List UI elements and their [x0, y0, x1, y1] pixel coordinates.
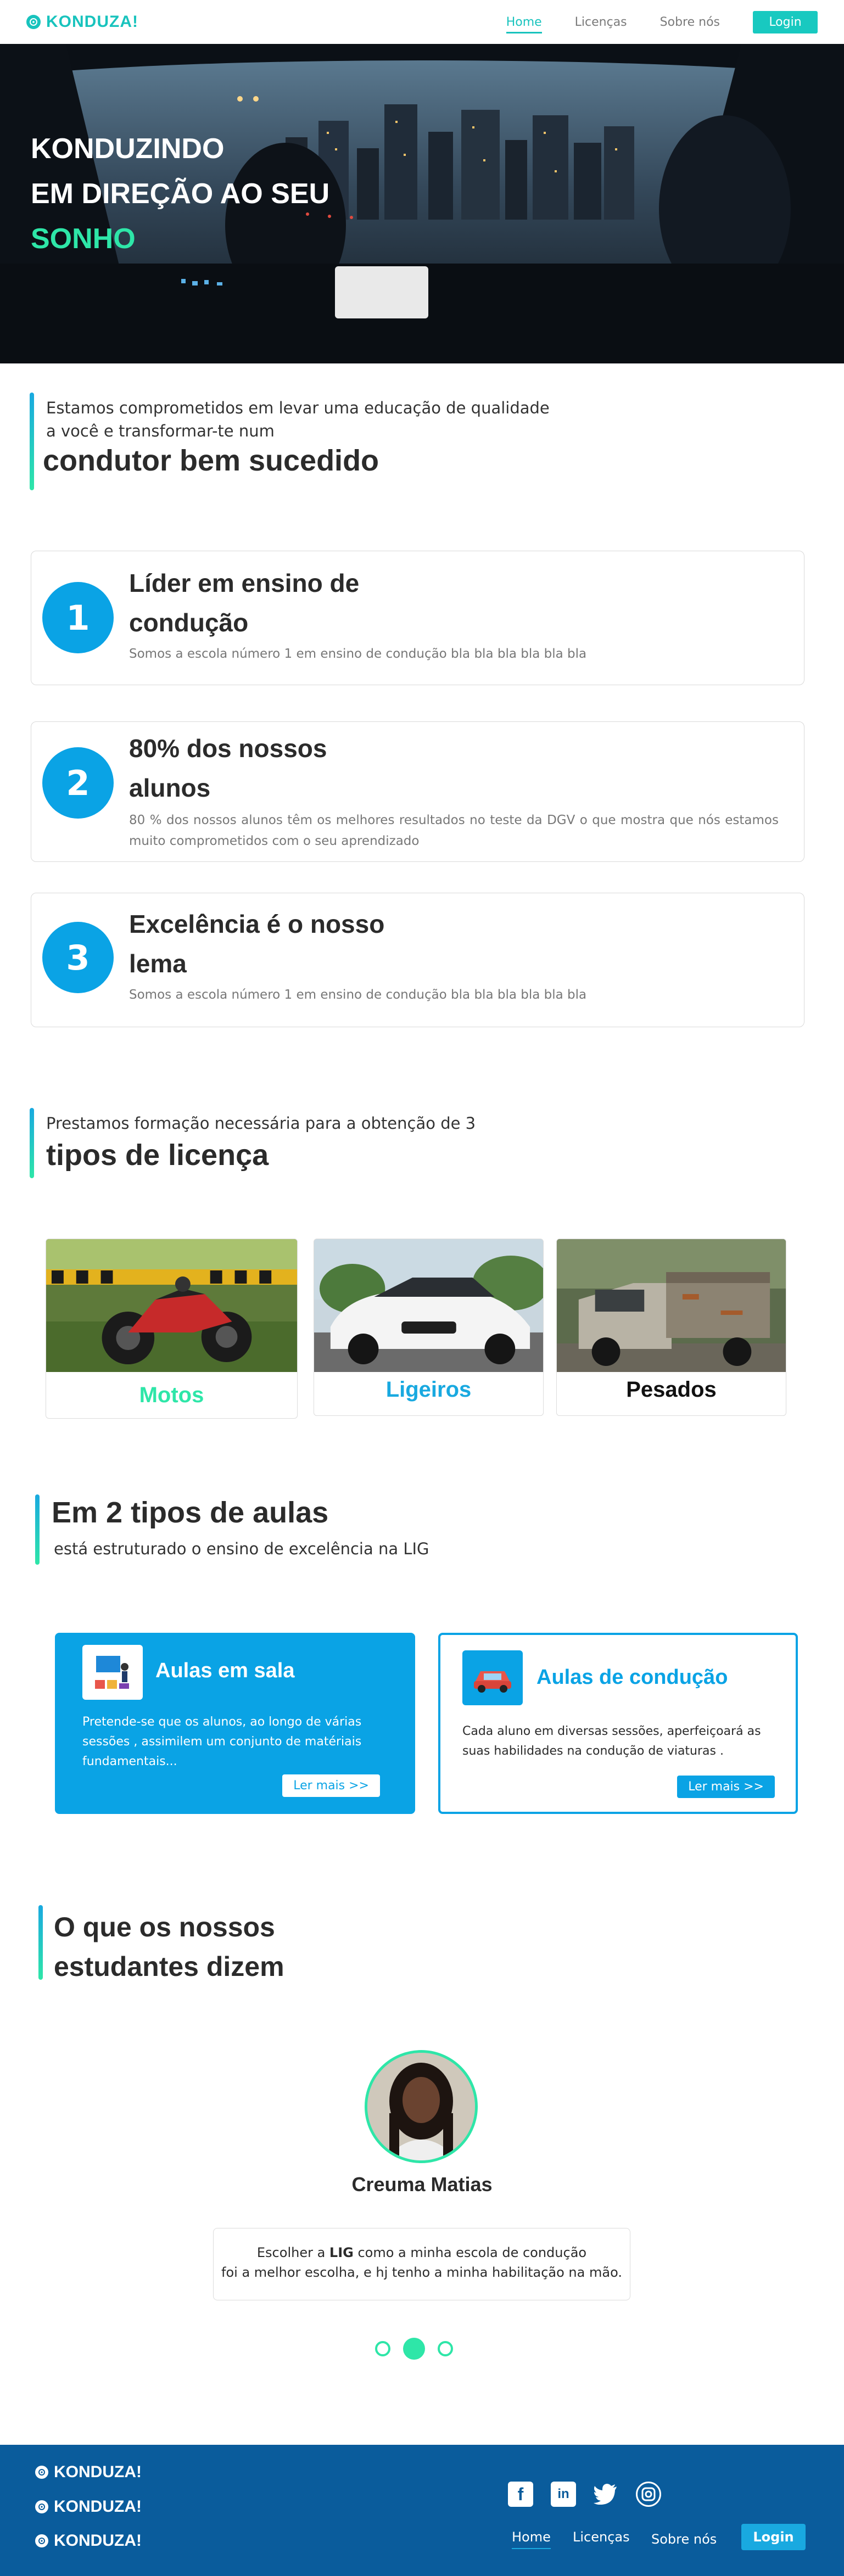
- quote-emphasis: LIG: [329, 2245, 354, 2260]
- steering-wheel-icon: [26, 15, 41, 29]
- instagram-icon[interactable]: [636, 2482, 661, 2507]
- footer-link-sobre-nos[interactable]: Sobre nós: [651, 2532, 717, 2547]
- footer-brand[interactable]: KONDUZA!: [35, 2497, 142, 2516]
- testimonial-quote-line-1: Escolher a LIG como a minha escola de co…: [214, 2243, 630, 2263]
- classes-subtitle: está estruturado o ensino de excelência …: [54, 1539, 429, 1558]
- main-nav: Home Licenças Sobre nós Login: [506, 10, 818, 33]
- footer-login-button[interactable]: Login: [741, 2524, 806, 2550]
- facebook-icon[interactable]: f: [508, 2482, 533, 2507]
- feature-title: 80% dos nossos alunos: [129, 729, 437, 808]
- footer-brand[interactable]: KONDUZA!: [35, 2463, 142, 2482]
- class-description: Cada aluno em diversas sessões, aperfeiç…: [462, 1724, 761, 1758]
- license-card-ligeiros[interactable]: Ligeiros: [314, 1239, 544, 1416]
- hero-banner: KONDUZINDO EM DIREÇÃO AO SEU SONHO: [0, 44, 844, 363]
- linkedin-icon[interactable]: in: [551, 2482, 576, 2507]
- steering-wheel-icon: [35, 2500, 48, 2513]
- nav-link-home[interactable]: Home: [506, 15, 542, 33]
- feature-description: Somos a escola número 1 em ensino de con…: [129, 647, 587, 661]
- license-label-pesados: Pesados: [626, 1377, 717, 1402]
- carousel-dot-2[interactable]: [403, 2338, 425, 2360]
- footer-brand-name: KONDUZA!: [54, 2463, 142, 2481]
- feature-number-badge: 1: [42, 582, 114, 653]
- read-more-button[interactable]: Ler mais >>: [282, 1774, 380, 1797]
- class-card-sala: Aulas em sala Pretende-se que os alunos,…: [55, 1633, 415, 1814]
- class-card-conducao: Aulas de condução Cada aluno em diversas…: [438, 1633, 798, 1814]
- steering-wheel-icon: [35, 2466, 48, 2479]
- intro-text: Estamos comprometidos em levar uma educa…: [46, 396, 550, 443]
- feature-title-line: Excelência é o nosso: [129, 910, 385, 938]
- quote-text: como a minha escola de condução: [353, 2245, 587, 2260]
- footer-brand-name: KONDUZA!: [54, 2532, 142, 2550]
- feature-number-badge: 3: [42, 922, 114, 993]
- licenses-accent-bar: [30, 1108, 34, 1178]
- nav-link-sobre-nos[interactable]: Sobre nós: [660, 15, 720, 29]
- student-name: Creuma Matias: [351, 2173, 493, 2196]
- nav-link-licencas[interactable]: Licenças: [575, 15, 627, 29]
- license-label-ligeiros: Ligeiros: [385, 1377, 472, 1402]
- intro-accent-bar: [30, 393, 34, 490]
- feature-title-line: condução: [129, 608, 249, 637]
- quote-text: Escolher a: [256, 2245, 329, 2260]
- twitter-icon[interactable]: [593, 2482, 618, 2507]
- page: KONDUZA! Home Licenças Sobre nós Login K…: [0, 0, 844, 2576]
- licenses-heading: tipos de licença: [46, 1139, 269, 1172]
- feature-card-3: 3 Excelência é o nosso lema Somos a esco…: [31, 893, 804, 1027]
- licenses-subtitle: Prestamos formação necessária para a obt…: [46, 1114, 476, 1133]
- intro-line-1: Estamos comprometidos em levar uma educa…: [46, 399, 550, 417]
- feature-card-1: 1 Líder em ensino de condução Somos a es…: [31, 551, 804, 685]
- testimonial-quote-box: Escolher a LIG como a minha escola de co…: [213, 2228, 630, 2300]
- hero-title-line-3: SONHO: [31, 223, 136, 255]
- car-icon: [462, 1650, 523, 1705]
- brand-logo[interactable]: KONDUZA!: [26, 13, 138, 31]
- intro-heading: condutor bem sucedido: [43, 444, 379, 477]
- hero-title-line-2: EM DIREÇÃO AO SEU: [31, 178, 330, 210]
- carousel-dot-3[interactable]: [438, 2341, 453, 2356]
- footer-brand[interactable]: KONDUZA!: [35, 2532, 142, 2550]
- testimonials-heading-line-2: estudantes dizem: [54, 1951, 284, 1982]
- login-button[interactable]: Login: [753, 10, 818, 33]
- feature-description: Somos a escola número 1 em ensino de con…: [129, 988, 587, 1002]
- top-navbar: KONDUZA! Home Licenças Sobre nós Login: [0, 0, 844, 44]
- feature-title-line: lema: [129, 949, 187, 978]
- testimonials-accent-bar: [38, 1905, 43, 1980]
- hero-title-line-1: KONDUZINDO: [31, 133, 225, 165]
- avatar: [365, 2050, 478, 2163]
- license-card-motos[interactable]: Motos: [46, 1239, 298, 1419]
- hero-title: KONDUZINDO EM DIREÇÃO AO SEU SONHO: [31, 126, 329, 261]
- read-more-button[interactable]: Ler mais >>: [677, 1776, 775, 1798]
- brand-name: KONDUZA!: [46, 13, 138, 31]
- student-photo: [367, 2053, 475, 2160]
- feature-card-2: 2 80% dos nossos alunos 80 % dos nossos …: [31, 721, 804, 862]
- feature-title: Excelência é o nosso lema: [129, 904, 437, 983]
- feature-description: 80 % dos nossos alunos têm os melhores r…: [129, 813, 779, 848]
- classes-accent-bar: [35, 1494, 40, 1565]
- feature-title: Líder em ensino de condução: [129, 563, 437, 642]
- footer-link-home[interactable]: Home: [512, 2529, 551, 2549]
- feature-number-badge: 2: [42, 747, 114, 819]
- footer-brand-name: KONDUZA!: [54, 2497, 142, 2516]
- testimonials-heading-line-1: O que os nossos: [54, 1912, 275, 1942]
- footer-link-licencas[interactable]: Licenças: [573, 2529, 630, 2545]
- classes-heading: Em 2 tipos de aulas: [52, 1496, 329, 1529]
- license-card-pesados[interactable]: Pesados: [556, 1239, 786, 1416]
- class-description: Pretende-se que os alunos, ao longo de v…: [82, 1715, 362, 1768]
- intro-line-2: a você e transformar-te num: [46, 422, 275, 440]
- feature-title-line: Líder em ensino de: [129, 569, 360, 597]
- car-image: [314, 1239, 543, 1372]
- testimonial-quote-line-2: foi a melhor escolha, e hj tenho a minha…: [221, 2265, 622, 2280]
- motorcycle-image: [46, 1239, 297, 1372]
- classroom-icon: [82, 1645, 143, 1700]
- steering-wheel-icon: [35, 2534, 48, 2547]
- feature-title-line: alunos: [129, 774, 211, 802]
- feature-title-line: 80% dos nossos: [129, 734, 327, 763]
- truck-image: [557, 1239, 786, 1372]
- class-title: Aulas de condução: [536, 1666, 728, 1689]
- class-title: Aulas em sala: [155, 1659, 295, 1682]
- testimonials-heading: O que os nossos estudantes dizem: [54, 1907, 284, 1986]
- license-label-motos: Motos: [139, 1383, 204, 1407]
- carousel-dot-1[interactable]: [375, 2341, 390, 2356]
